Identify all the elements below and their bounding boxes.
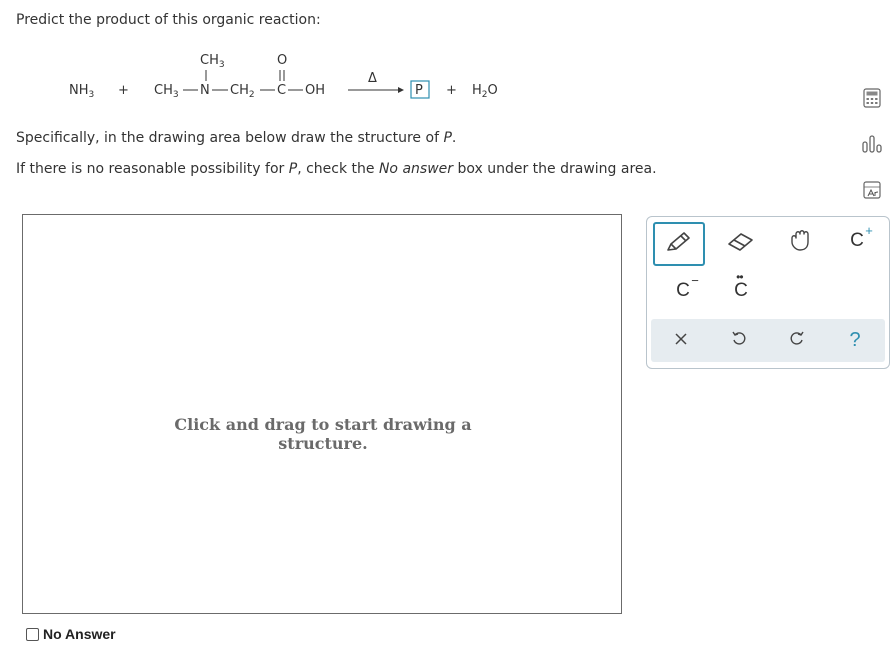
carbocation-label: C + [850, 223, 873, 251]
canvas-hint: Click and drag to start drawing a struct… [174, 415, 472, 453]
move-tool[interactable] [781, 227, 821, 259]
eraser-tool[interactable] [721, 227, 761, 259]
lone-pair-tool[interactable]: •• C [721, 270, 761, 307]
carbocation-tool[interactable]: C + [837, 223, 877, 257]
eraser-icon [726, 230, 756, 256]
carbanion-label: C − [676, 273, 699, 301]
instruction-no-answer: If there is no reasonable possibility fo… [16, 161, 657, 177]
lone-pair-carbon-label: •• C [734, 270, 748, 301]
heat-condition: Δ [368, 71, 377, 86]
clear-button[interactable] [663, 324, 699, 356]
plus-sign: + [118, 83, 129, 98]
reaction-scheme: NH3 + CH3 O CH3 N CH2 C OH Δ P + H2O [60, 48, 530, 108]
instruction-draw: Specifically, in the drawing area below … [16, 130, 457, 146]
product-label: P [415, 83, 423, 98]
water-molecule: H2O [472, 83, 498, 100]
reaction-arrow-head [398, 87, 404, 93]
help-label: ? [849, 328, 861, 351]
reactant-ammonia: NH3 [69, 83, 94, 100]
periodic-table-button[interactable] [860, 180, 884, 204]
question-prompt: Predict the product of this organic reac… [16, 12, 321, 28]
carbonyl-carbon: C [277, 83, 286, 98]
calculator-button[interactable] [860, 88, 884, 112]
undo-button[interactable] [721, 324, 757, 356]
substituent-methyl-top: CH3 [200, 53, 225, 70]
no-answer-option[interactable]: No Answer [26, 626, 116, 642]
close-icon [674, 331, 688, 350]
hydroxyl-group: OH [305, 83, 325, 98]
data-button[interactable] [860, 134, 884, 158]
carbanion-tool[interactable]: C − [663, 273, 703, 307]
plus-sign-2: + [446, 83, 457, 98]
methylene-group: CH2 [230, 83, 255, 100]
substituent-methyl-left: CH3 [154, 83, 179, 100]
drawing-toolbox: C + C − •• C ? [646, 216, 890, 369]
periodic-table-icon [863, 181, 881, 203]
nitrogen-atom: N [200, 83, 210, 98]
calculator-icon [863, 88, 881, 112]
redo-button[interactable] [779, 324, 815, 356]
carbonyl-oxygen: O [277, 53, 287, 68]
chart-icon [861, 134, 883, 158]
no-answer-checkbox[interactable] [26, 627, 39, 641]
toolbox-action-row: ? [651, 319, 885, 362]
drawing-canvas[interactable]: Click and drag to start drawing a struct… [22, 214, 622, 614]
redo-icon [789, 330, 805, 350]
pencil-icon [664, 230, 694, 258]
help-button[interactable]: ? [837, 324, 873, 356]
no-answer-label: No Answer [43, 626, 116, 642]
hand-icon [789, 230, 813, 256]
undo-icon [731, 330, 747, 350]
pencil-tool[interactable] [653, 222, 705, 266]
